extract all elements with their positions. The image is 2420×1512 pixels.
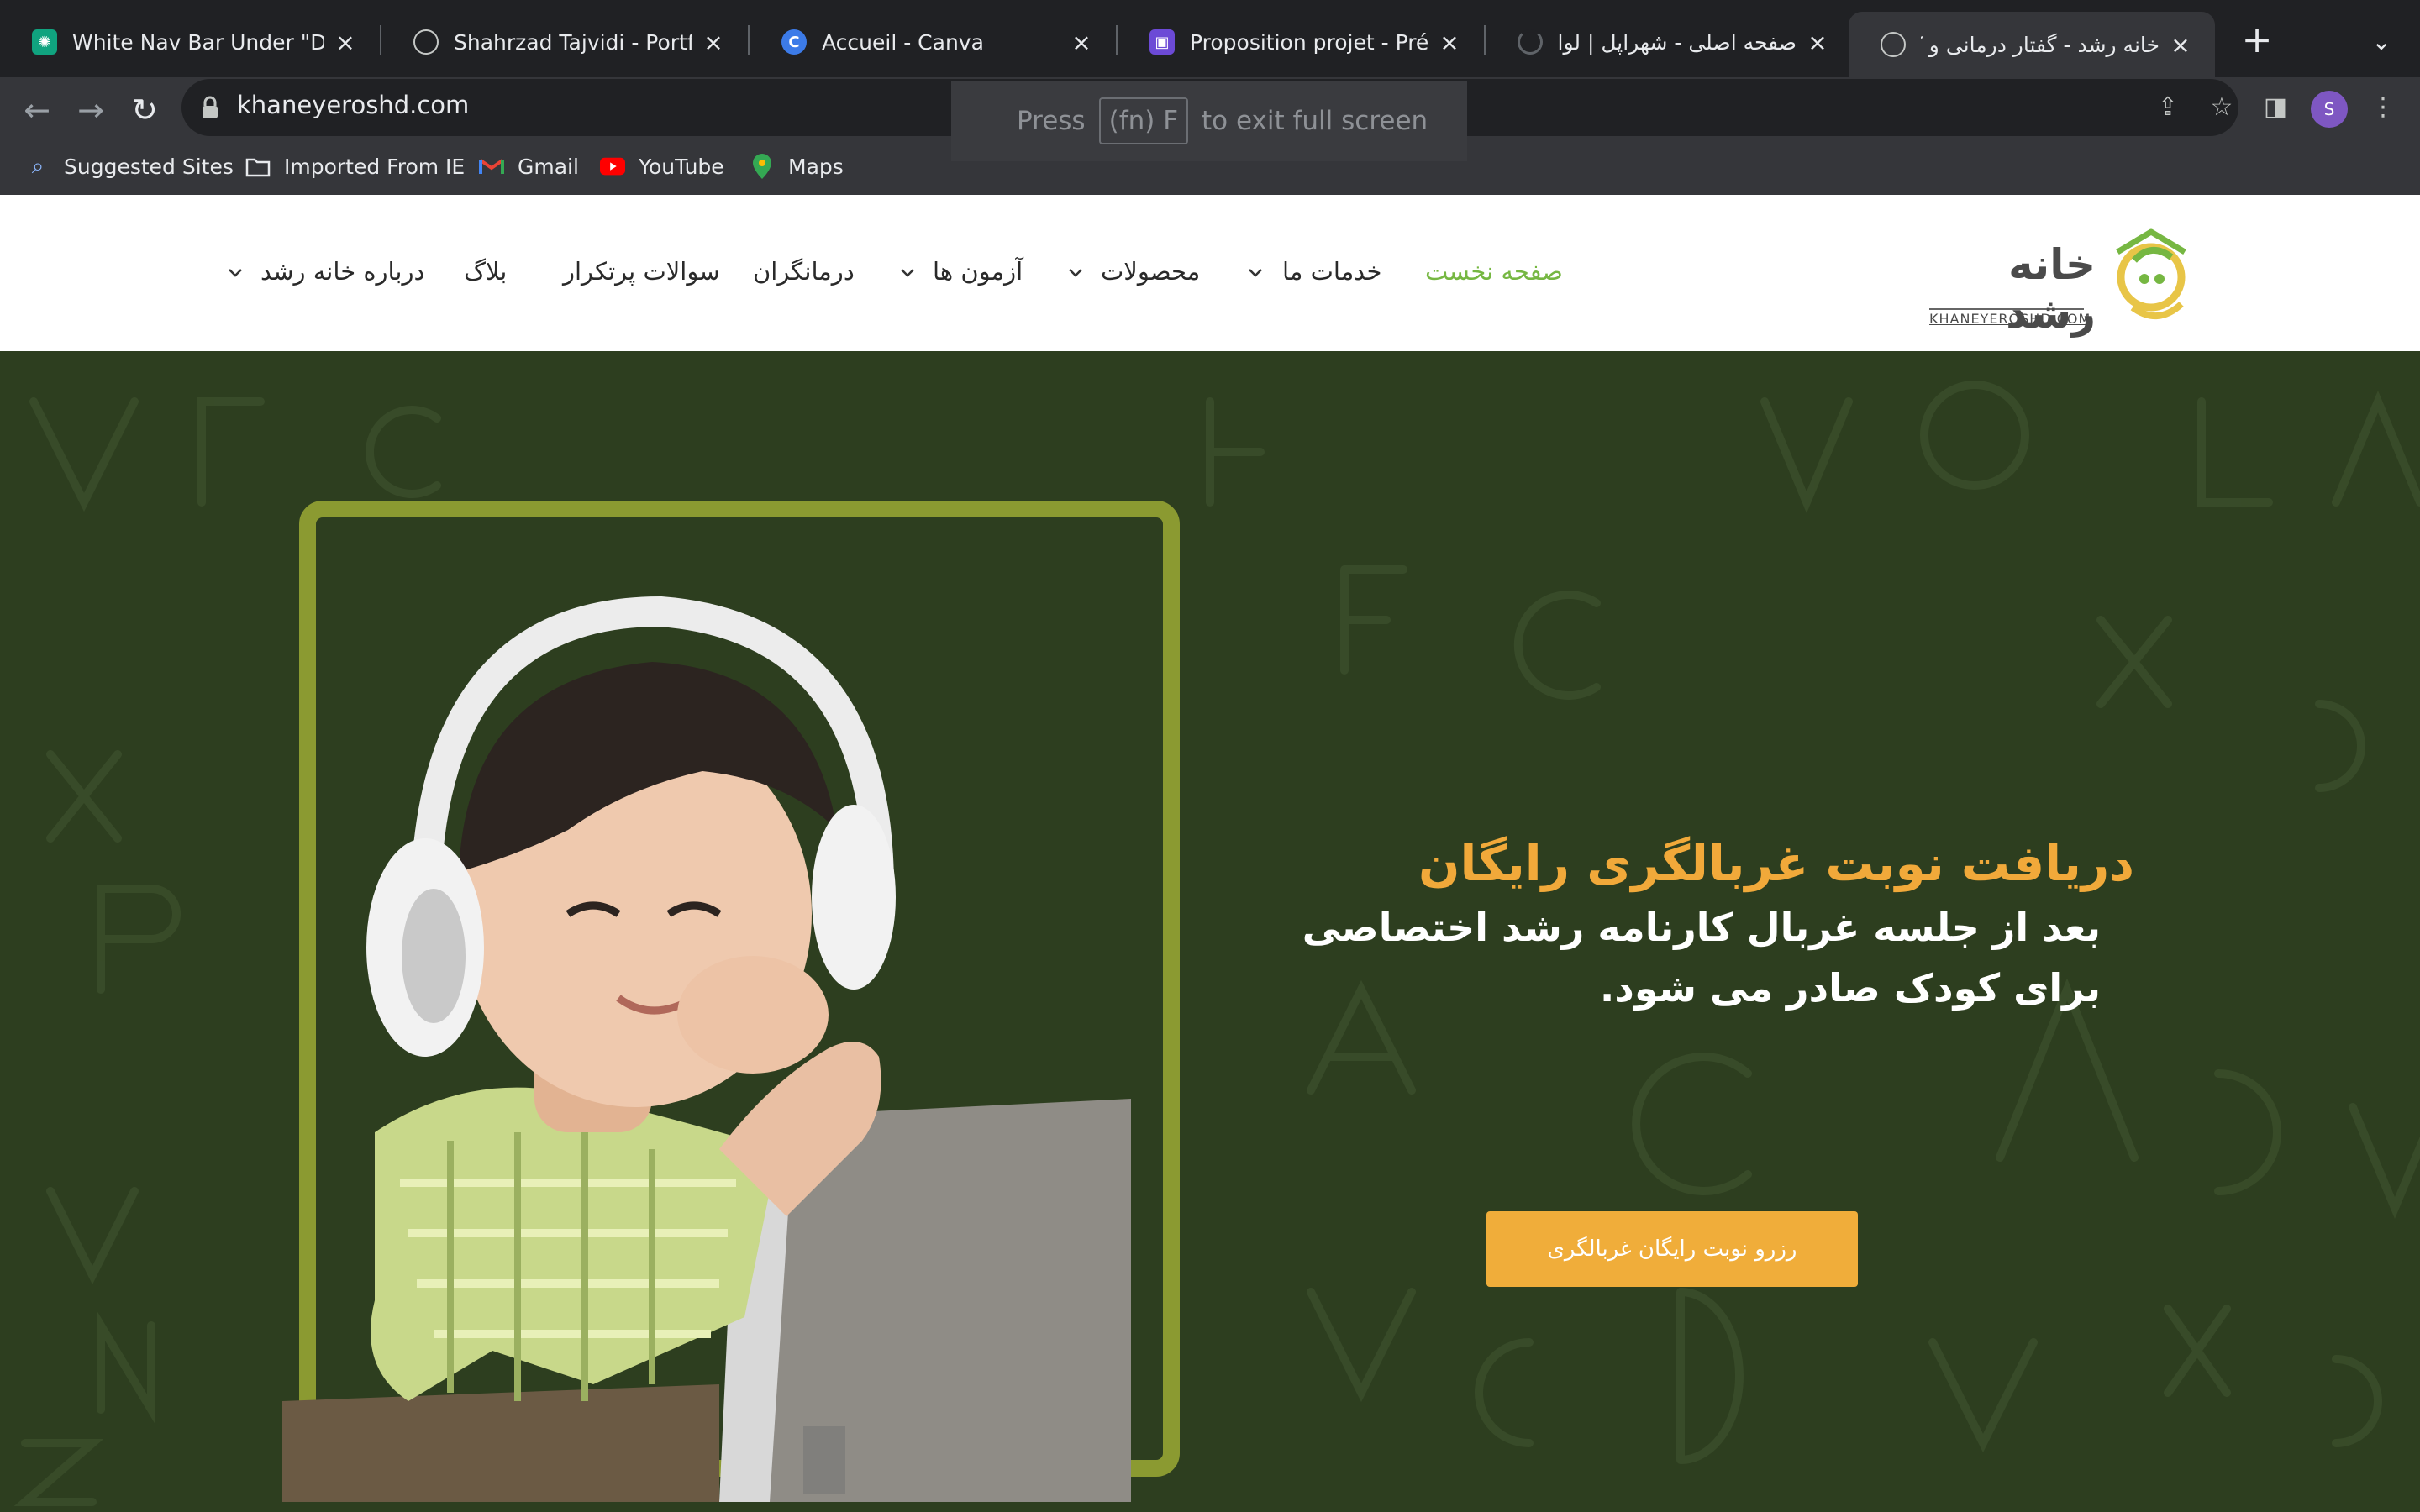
tab-proposition[interactable]: ▣ Proposition projet - Présent × <box>1118 12 1484 72</box>
bookmark-label: Imported From IE <box>284 154 466 179</box>
bookmark-label: Suggested Sites <box>64 154 234 179</box>
canva-icon: C <box>781 29 807 55</box>
chevron-down-icon[interactable] <box>225 262 245 282</box>
fullscreen-toast: Press (fn) F to exit full screen <box>951 81 1467 161</box>
share-icon[interactable]: ⇪ <box>2151 91 2185 124</box>
hero-subheadline: بعد از جلسه غربال کارنامه رشد اختصاصی بر… <box>1302 905 2101 1011</box>
bookmark-label: Maps <box>788 154 844 179</box>
presentation-icon: ▣ <box>1150 29 1175 55</box>
hero-section: دریافت نوبت غربالگری رایگان بعد از جلسه … <box>0 351 2420 1512</box>
folder-icon <box>245 154 271 179</box>
toast-press: Press <box>1017 106 1086 136</box>
nav-faq[interactable]: سوالات پرتکرار <box>563 257 720 286</box>
book-free-screening-button[interactable]: رزرو نوبت رایگان غربالگری <box>1486 1211 1858 1287</box>
toast-rest: to exit full screen <box>1202 106 1428 136</box>
tab-title: صفحه اصلی - شهراپل | لوازم جان <box>1558 29 1797 55</box>
logo-domain: KHANEYEROSHD.COM <box>1929 311 2091 327</box>
bookmark-label: YouTube <box>639 154 724 179</box>
hero-headline: دریافت نوبت غربالگری رایگان <box>1418 835 2134 892</box>
loading-icon <box>1518 29 1543 55</box>
reload-button[interactable]: ↻ <box>121 87 168 134</box>
close-icon[interactable]: × <box>331 29 360 56</box>
nav-services[interactable]: خدمات ما <box>1282 257 1381 286</box>
nav-home[interactable]: صفحه نخست <box>1425 257 1563 286</box>
bookmark-label: Gmail <box>518 154 579 179</box>
chatgpt-icon: ✺ <box>32 29 57 55</box>
bookmark-star-icon[interactable]: ☆ <box>2205 91 2238 124</box>
nav-tests[interactable]: آزمون ها <box>933 257 1023 286</box>
maps-icon <box>750 154 775 179</box>
close-icon[interactable]: × <box>699 29 728 56</box>
bookmark-maps[interactable]: Maps <box>750 148 844 185</box>
profile-avatar[interactable]: S <box>2311 91 2348 128</box>
close-icon[interactable]: × <box>1435 29 1464 56</box>
web-page: خانه رشد KHANEYEROSHD.COM صفحه نخست خدما… <box>0 195 2420 1512</box>
tab-khaneyeroshd[interactable]: خانه رشد - گفتار درمانی و کاردرمانی × <box>1849 12 2215 77</box>
gmail-icon <box>479 154 504 179</box>
close-icon[interactable]: × <box>1067 29 1096 56</box>
new-tab-button[interactable]: + <box>2235 20 2279 64</box>
nav-therapists[interactable]: درمانگران <box>753 257 855 286</box>
tab-shahrapple[interactable]: صفحه اصلی - شهراپل | لوازم جان × <box>1486 12 1852 72</box>
tab-portfolio[interactable]: Shahrzad Tajvidi - Portfolio × <box>381 12 748 72</box>
globe-icon <box>1881 32 1906 57</box>
tab-title: Shahrzad Tajvidi - Portfolio <box>454 29 692 55</box>
tab-title: Accueil - Canva <box>822 29 984 55</box>
site-logo[interactable]: خانه رشد KHANEYEROSHD.COM <box>1924 227 2210 338</box>
chevron-down-icon[interactable] <box>1065 262 1086 282</box>
globe-icon <box>413 29 439 55</box>
bookmark-suggested-sites[interactable]: ⌕ Suggested Sites <box>25 148 234 185</box>
bookmark-youtube[interactable]: YouTube <box>600 148 724 185</box>
tab-strip: ✺ White Nav Bar Under "Déve × Shahrzad T… <box>0 0 2420 77</box>
search-icon: ⌕ <box>31 153 45 179</box>
bookmark-imported-from-ie[interactable]: Imported From IE <box>245 148 465 185</box>
close-icon[interactable]: × <box>1803 29 1832 56</box>
more-menu-icon[interactable]: ⋮ <box>2365 89 2402 126</box>
nav-about[interactable]: درباره خانه رشد <box>260 257 424 286</box>
toast-key: (fn) F <box>1098 97 1189 144</box>
url-text: khaneyeroshd.com <box>237 91 470 119</box>
bookmark-gmail[interactable]: Gmail <box>479 148 579 185</box>
chevron-down-icon[interactable] <box>897 262 918 282</box>
site-header: خانه رشد KHANEYEROSHD.COM صفحه نخست خدما… <box>0 195 2420 351</box>
back-button[interactable]: ← <box>13 87 60 134</box>
nav-products[interactable]: محصولات <box>1101 257 1200 286</box>
tab-chatgpt[interactable]: ✺ White Nav Bar Under "Déve × <box>0 12 380 72</box>
chevron-down-icon[interactable]: ⌄ <box>2363 24 2400 60</box>
tab-title: خانه رشد - گفتار درمانی و کاردرمانی <box>1921 32 2160 57</box>
close-icon[interactable]: × <box>2166 31 2195 59</box>
forward-button[interactable]: → <box>67 87 114 134</box>
youtube-icon <box>600 154 625 179</box>
tab-canva[interactable]: C Accueil - Canva × <box>750 12 1116 72</box>
child-with-headphones-photo <box>282 596 1131 1502</box>
tab-title: White Nav Bar Under "Déve <box>72 29 324 55</box>
chevron-down-icon[interactable] <box>1245 262 1265 282</box>
tab-title: Proposition projet - Présent <box>1190 29 1428 55</box>
side-panel-icon[interactable]: ◨ <box>2257 89 2294 126</box>
nav-blog[interactable]: بلاگ <box>464 257 507 286</box>
lock-icon <box>203 96 218 118</box>
